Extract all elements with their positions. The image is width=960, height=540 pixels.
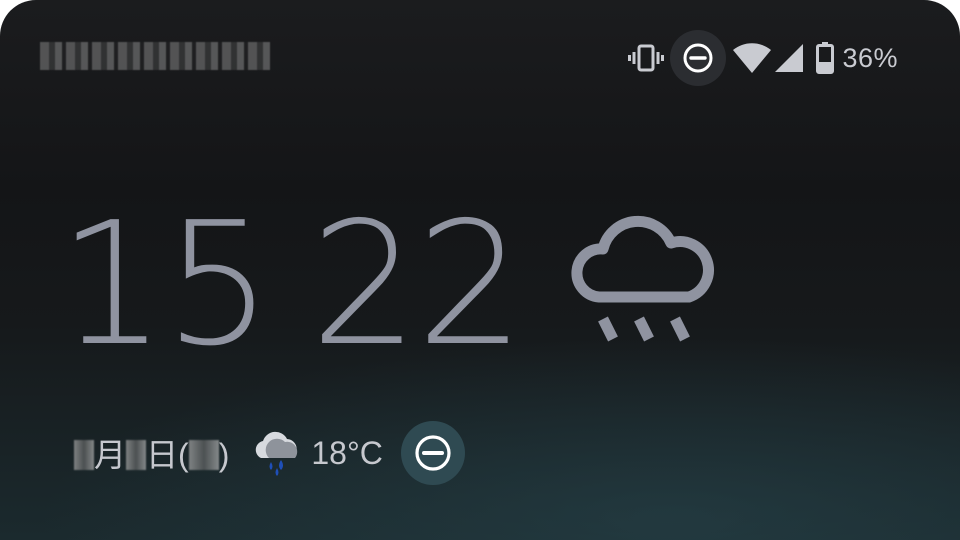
do-not-disturb-icon[interactable] bbox=[670, 30, 727, 86]
clock-row: 15 22 bbox=[58, 200, 719, 370]
clock-minute: 22 bbox=[310, 186, 524, 384]
rain-cloud-icon bbox=[569, 213, 719, 363]
cell-signal-icon bbox=[774, 43, 804, 73]
month-redacted bbox=[74, 440, 94, 470]
date-label: 月日() bbox=[74, 430, 229, 476]
lock-screen: 36% 15 22 月日() 18°C bbox=[0, 0, 960, 540]
clock-hour: 15 bbox=[58, 186, 272, 384]
weekday-close: ) bbox=[218, 437, 230, 473]
wifi-icon bbox=[732, 40, 772, 76]
battery-icon bbox=[816, 42, 835, 74]
do-not-disturb-icon[interactable] bbox=[400, 421, 465, 485]
battery-percent: 36% bbox=[842, 42, 898, 73]
temperature: 18°C bbox=[311, 434, 383, 471]
day-redacted bbox=[126, 440, 147, 470]
status-bar-icons: 36% bbox=[628, 30, 898, 86]
vibrate-icon bbox=[628, 40, 665, 76]
carrier-name-redacted bbox=[40, 42, 270, 70]
month-suffix: 月 bbox=[94, 437, 127, 473]
rain-cloud-colored-icon bbox=[251, 428, 301, 478]
date-weather-row: 月日() 18°C bbox=[74, 420, 465, 486]
day-suffix: 日( bbox=[146, 437, 189, 473]
weekday-redacted bbox=[188, 440, 219, 470]
